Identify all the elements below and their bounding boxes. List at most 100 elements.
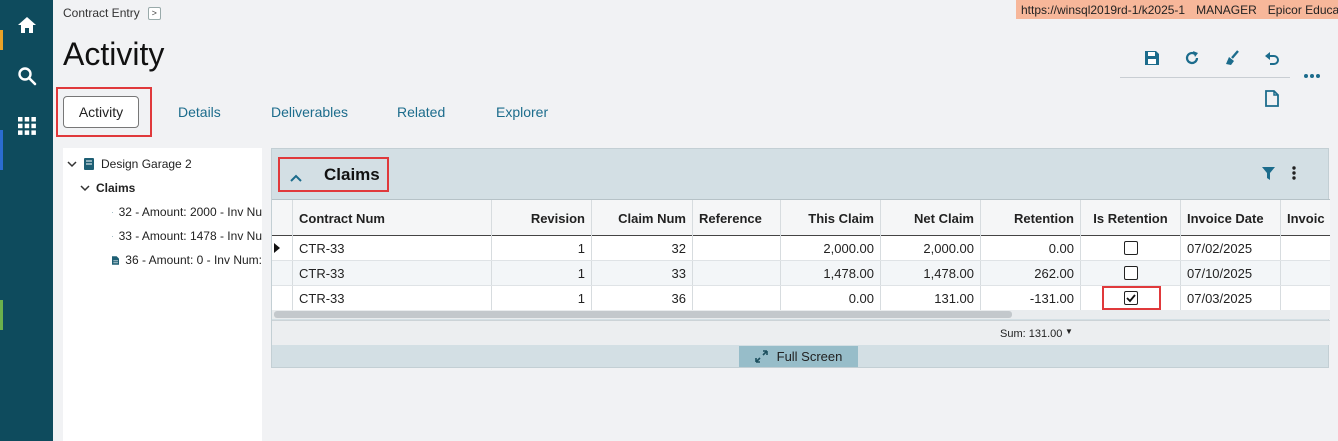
cell-retention[interactable]: 262.00 <box>981 261 1081 285</box>
cell-revision[interactable]: 1 <box>492 236 592 260</box>
horizontal-scrollbar[interactable] <box>272 310 1330 319</box>
tree-item-label: 33 - Amount: 1478 - Inv Nu <box>118 229 262 243</box>
chevron-down-icon[interactable] <box>67 159 77 169</box>
cell-this-claim[interactable]: 0.00 <box>781 286 881 310</box>
column-header[interactable]: This Claim <box>781 200 881 236</box>
column-header[interactable]: Reference <box>693 200 781 236</box>
nav-edge-strip <box>0 0 3 441</box>
sum-value[interactable]: Sum: 131.00 <box>1000 328 1062 340</box>
cell-reference[interactable] <box>693 286 781 310</box>
new-document-icon[interactable] <box>1259 86 1285 110</box>
cell-invoice-date[interactable]: 07/03/2025 <box>1181 286 1281 310</box>
tab-related[interactable]: Related <box>397 96 445 128</box>
home-icon[interactable] <box>14 12 40 38</box>
tree-node-claims[interactable]: Claims <box>80 181 135 195</box>
tab-deliverables[interactable]: Deliverables <box>271 96 348 128</box>
toolbar-divider <box>1120 77 1290 78</box>
save-icon[interactable] <box>1139 46 1165 70</box>
column-header[interactable]: Invoic <box>1281 200 1330 236</box>
env-company: Epicor Education <box>1267 2 1338 17</box>
apps-grid-icon[interactable] <box>14 113 40 139</box>
column-header[interactable]: Invoice Date <box>1181 200 1281 236</box>
undo-icon[interactable] <box>1259 46 1285 70</box>
tree-root-label: Design Garage 2 <box>101 157 192 171</box>
full-screen-label: Full Screen <box>776 349 843 364</box>
filter-icon[interactable] <box>1262 167 1275 185</box>
column-header[interactable]: Revision <box>492 200 592 236</box>
cell-invoice-date[interactable]: 07/10/2025 <box>1181 261 1281 285</box>
cell-is-retention <box>1081 236 1181 260</box>
contract-book-icon <box>84 158 94 170</box>
is-retention-checkbox[interactable] <box>1123 266 1138 280</box>
cell-reference[interactable] <box>693 261 781 285</box>
summary-bar: Sum: 131.00 ▼ <box>272 320 1330 345</box>
tab-details[interactable]: Details <box>178 96 221 128</box>
scrollbar-thumb[interactable] <box>274 311 1012 318</box>
column-header[interactable]: Contract Num <box>293 200 492 236</box>
breadcrumb: Contract Entry > <box>63 6 161 20</box>
tab-explorer[interactable]: Explorer <box>496 96 548 128</box>
cell-claim-num[interactable]: 32 <box>592 236 693 260</box>
cell-reference[interactable] <box>693 236 781 260</box>
cell-this-claim[interactable]: 2,000.00 <box>781 236 881 260</box>
cell-contract-num[interactable]: CTR-33 <box>293 286 492 310</box>
cell-claim-num[interactable]: 36 <box>592 286 693 310</box>
document-icon <box>112 211 113 213</box>
chevron-down-icon[interactable] <box>80 183 90 193</box>
cell-retention[interactable]: -131.00 <box>981 286 1081 310</box>
cell-contract-num[interactable]: CTR-33 <box>293 261 492 285</box>
environment-banner: https://winsql2019rd-1/k2025-1 MANAGER E… <box>1016 0 1338 19</box>
table-row[interactable]: CTR-33 1 32 2,000.00 2,000.00 0.00 07/02… <box>272 236 1330 261</box>
tree-node-root[interactable]: Design Garage 2 <box>67 157 192 171</box>
row-indicator-header <box>272 200 293 236</box>
tree-group-label: Claims <box>96 181 136 195</box>
column-header[interactable]: Net Claim <box>881 200 981 236</box>
row-indicator <box>272 261 293 285</box>
cell-invoice[interactable] <box>1281 261 1330 285</box>
cell-invoice-date[interactable]: 07/02/2025 <box>1181 236 1281 260</box>
tree-item-claim[interactable]: 32 - Amount: 2000 - Inv Nu <box>112 205 262 219</box>
refresh-icon[interactable] <box>1179 46 1205 70</box>
column-header[interactable]: Is Retention <box>1081 200 1181 236</box>
activity-tab-highlight <box>56 87 152 137</box>
cell-is-retention <box>1081 261 1181 285</box>
claims-grid: Contract Num Revision Claim Num Referenc… <box>272 199 1330 319</box>
cell-claim-num[interactable]: 33 <box>592 261 693 285</box>
claims-panel: Claims Contract Num Revision Claim Num R… <box>271 148 1330 368</box>
search-icon[interactable] <box>14 63 40 89</box>
claims-title-highlight <box>278 157 389 192</box>
row-pointer-icon <box>272 236 293 260</box>
table-row[interactable]: CTR-33 1 33 1,478.00 1,478.00 262.00 07/… <box>272 261 1330 286</box>
document-icon <box>112 235 113 237</box>
cell-net-claim[interactable]: 1,478.00 <box>881 261 981 285</box>
cell-net-claim[interactable]: 131.00 <box>881 286 981 310</box>
left-navigation <box>0 0 53 441</box>
is-retention-checkbox[interactable] <box>1123 241 1138 255</box>
cell-revision[interactable]: 1 <box>492 286 592 310</box>
breadcrumb-chevron-icon[interactable]: > <box>147 6 161 20</box>
caret-down-icon[interactable]: ▼ <box>1065 327 1073 336</box>
env-url: https://winsql2019rd-1/k2025-1 <box>1021 2 1186 17</box>
tree-item-label: 36 - Amount: 0 - Inv Num: <box>125 253 262 267</box>
breadcrumb-label[interactable]: Contract Entry <box>63 6 140 20</box>
cell-invoice[interactable] <box>1281 236 1330 260</box>
column-header[interactable]: Claim Num <box>592 200 693 236</box>
cell-retention[interactable]: 0.00 <box>981 236 1081 260</box>
more-options-icon[interactable] <box>1299 64 1325 88</box>
panel-more-icon[interactable] <box>1292 166 1296 185</box>
table-row[interactable]: CTR-33 1 36 0.00 131.00 -131.00 07/03/20… <box>272 286 1330 311</box>
cell-invoice[interactable] <box>1281 286 1330 310</box>
tree-item-claim[interactable]: 33 - Amount: 1478 - Inv Nu <box>112 229 262 243</box>
tree-panel: Design Garage 2 Claims 32 - Amount: 2000… <box>63 148 262 441</box>
cell-revision[interactable]: 1 <box>492 261 592 285</box>
checkbox-highlight <box>1102 286 1161 310</box>
clear-brush-icon[interactable] <box>1219 46 1245 70</box>
cell-contract-num[interactable]: CTR-33 <box>293 236 492 260</box>
full-screen-button[interactable]: Full Screen <box>739 346 858 367</box>
cell-net-claim[interactable]: 2,000.00 <box>881 236 981 260</box>
page-title: Activity <box>63 36 165 72</box>
cell-this-claim[interactable]: 1,478.00 <box>781 261 881 285</box>
column-header[interactable]: Retention <box>981 200 1081 236</box>
tree-item-label: 32 - Amount: 2000 - Inv Nu <box>118 205 262 219</box>
tree-item-claim[interactable]: 36 - Amount: 0 - Inv Num: <box>112 253 262 267</box>
